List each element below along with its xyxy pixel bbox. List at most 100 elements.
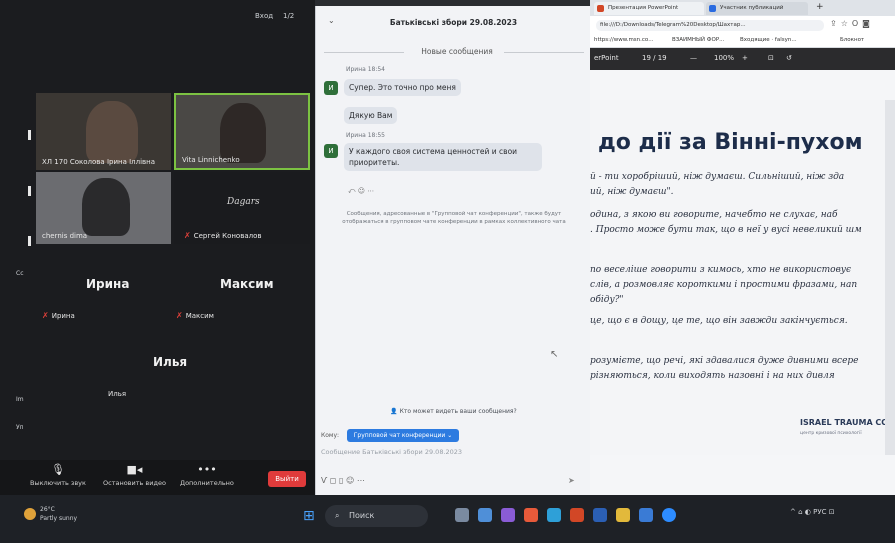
zoom-out-icon[interactable]: —: [690, 54, 697, 62]
address-bar[interactable]: file:///D:/Downloads/Telegram%20Desktop/…: [596, 20, 824, 31]
slide-text-line: різняються, коли виходять назовні і на н…: [590, 371, 835, 381]
message-meta: Ирина 18:54: [346, 66, 385, 73]
emoji-icon[interactable]: ☺: [358, 187, 365, 195]
more-button[interactable]: ••• Дополнительно: [180, 463, 234, 487]
slide-text-line: ий, ніж думаєш".: [590, 187, 674, 197]
browser-taskbar-icon[interactable]: [547, 508, 561, 522]
chat-notice: Сообщения, адресованные в "Групповой чат…: [342, 211, 566, 225]
mic-muted-icon: ✗: [42, 311, 49, 320]
viewer-toolbar: erPoint 19 / 19 — 100% + ⊡ ↺: [590, 48, 895, 70]
zoom-taskbar-icon[interactable]: [662, 508, 676, 522]
file-icon[interactable]: ▯: [339, 476, 343, 485]
taskbar-search[interactable]: ⌕ Поиск: [325, 505, 428, 527]
tab-strip: Презентация PowerPoint Участник публикац…: [590, 0, 895, 16]
mute-button[interactable]: 🎙 Выключить звук: [30, 463, 86, 487]
opera-taskbar-icon[interactable]: [524, 508, 538, 522]
word-taskbar-icon[interactable]: [593, 508, 607, 522]
zoom-in-icon[interactable]: +: [742, 54, 748, 62]
message-bubble[interactable]: Супер. Это точно про меня: [344, 79, 461, 96]
share-icon[interactable]: ⇪: [830, 19, 841, 28]
chat-app-icon[interactable]: [501, 508, 515, 522]
message-bubble[interactable]: У каждого своя система ценностей и свои …: [344, 143, 542, 171]
who-can-see-link[interactable]: 👤 Кто может видеть ваши сообщения?: [316, 408, 591, 415]
avatar: И: [324, 81, 338, 95]
bookmark[interactable]: Входящие · falsyn...: [740, 37, 797, 43]
system-tray[interactable]: ^ ⌂ ◐ РУС ⊡: [790, 508, 835, 516]
search-label: Поиск: [349, 511, 375, 520]
more-icon[interactable]: ⋯: [367, 187, 374, 195]
bookmark[interactable]: https://www.msn.co...: [594, 37, 653, 43]
slide-text-line: слів, а розмовляє короткими і простими ф…: [590, 280, 858, 290]
task-view-icon[interactable]: [478, 508, 492, 522]
slide: до дії за Вінні-пухом й - ти хоробріший,…: [590, 100, 895, 455]
opera-icon[interactable]: O: [852, 19, 862, 28]
edge-label: Уп: [16, 424, 24, 431]
zoom-level: 100%: [714, 54, 735, 62]
new-tab-icon[interactable]: +: [816, 2, 824, 12]
slide-text-line: одина, з якою ви говорите, начебто не сл…: [590, 210, 838, 220]
emoji-icon[interactable]: ☺: [346, 476, 354, 485]
stop-video-button[interactable]: ■◂ Остановить видео: [103, 463, 166, 487]
weather-icon: [24, 508, 36, 520]
zoom-meeting-window: Вход 1/2 ХЛ 170 Соколова Ірина Іллівна V…: [0, 0, 315, 495]
format-icon[interactable]: Ѵ: [321, 476, 327, 485]
save-icon[interactable]: [639, 508, 653, 522]
windows-start-icon[interactable]: ⊞: [303, 508, 315, 524]
tab-powerpoint[interactable]: Презентация PowerPoint: [594, 2, 704, 15]
edge-marker: [28, 236, 31, 246]
star-icon[interactable]: ☆: [841, 19, 852, 28]
message-input[interactable]: [321, 446, 581, 458]
leave-button[interactable]: Выйти: [268, 471, 306, 487]
bookmark[interactable]: Блокнот: [840, 37, 864, 43]
slide-text-line: розумієте, що речі, які здавалися дуже д…: [590, 356, 859, 366]
search-icon: ⌕: [335, 511, 340, 520]
browser-window: Презентация PowerPoint Участник публикац…: [590, 0, 895, 495]
people-icon: 👤: [390, 408, 400, 415]
recipient-label: Кому:: [321, 432, 340, 439]
rotate-icon[interactable]: ↺: [786, 54, 792, 62]
bookmark[interactable]: ВЗАИМНЫЙ ФОР...: [672, 37, 724, 43]
send-icon[interactable]: ➤: [568, 476, 575, 485]
more-dots-icon: •••: [197, 463, 217, 476]
tile-label-irina: ✗ Ирина: [42, 311, 75, 320]
widgets-icon[interactable]: [455, 508, 469, 522]
edge-label: Im: [16, 396, 24, 403]
screenshot-icon[interactable]: ◻: [330, 476, 337, 485]
tab-participants[interactable]: Участник публикаций: [706, 2, 808, 15]
participant-name: Сергей Коновалов: [193, 232, 262, 240]
slide-text-line: по веселіше говорити з кимось, хто не ви…: [590, 265, 852, 275]
view-button[interactable]: Вход: [255, 12, 273, 20]
slide-text-line: й - ти хоробріший, ніж думаєш. Сильніший…: [590, 172, 845, 182]
taskbar: 26°C Partly sunny ⊞ ⌕ Поиск ^ ⌂ ◐ РУС ⊡: [0, 495, 895, 543]
scrollbar[interactable]: [885, 100, 895, 455]
video-tile-konovalov[interactable]: Dagars ✗ Сергей Коновалов: [174, 172, 310, 244]
recipient-dropdown[interactable]: Групповой чат конференции ⌄: [347, 429, 459, 442]
tile-name-maksim: Максим: [220, 277, 274, 291]
tile-label-maksim: ✗ Максим: [176, 311, 214, 320]
video-tile-chernis[interactable]: chernis dima: [36, 172, 171, 244]
tile-label-ilya: Илья: [108, 390, 127, 398]
video-tile-linnichenko[interactable]: Vita Linnichenko: [174, 93, 310, 170]
message-reactions[interactable]: ⤺ ☺ ⋯: [348, 187, 374, 196]
mic-muted-icon: ✗: [176, 311, 183, 320]
slide-title: до дії за Вінні-пухом: [598, 130, 863, 155]
reply-icon[interactable]: ⤺: [348, 187, 355, 195]
file-explorer-icon[interactable]: [616, 508, 630, 522]
participant-name: Vita Linnichenko: [182, 156, 240, 164]
video-tile-sokolova[interactable]: ХЛ 170 Соколова Ірина Іллівна: [36, 93, 171, 170]
avatar: И: [324, 144, 338, 158]
extension-icon[interactable]: ◙: [862, 19, 874, 28]
more-icon[interactable]: ⋯: [357, 476, 365, 485]
gallery-page-indicator[interactable]: 1/2: [283, 12, 294, 20]
microphone-icon: 🎙: [50, 463, 65, 476]
powerpoint-taskbar-icon[interactable]: [570, 508, 584, 522]
message-bubble[interactable]: Дякую Вам: [344, 107, 398, 124]
mouse-cursor-icon: ↖: [550, 349, 559, 360]
participant-logo: Dagars: [227, 197, 260, 207]
chat-toolbar: Ѵ ◻ ▯ ☺ ⋯: [321, 476, 365, 485]
weather-widget[interactable]: 26°C Partly sunny: [40, 505, 77, 523]
powerpoint-icon: [597, 5, 604, 12]
slide-text-line: обідy?": [590, 295, 624, 305]
brand-logo-text: ISRAEL TRAUMA COAL: [800, 418, 895, 427]
fit-page-icon[interactable]: ⊡: [768, 54, 774, 62]
